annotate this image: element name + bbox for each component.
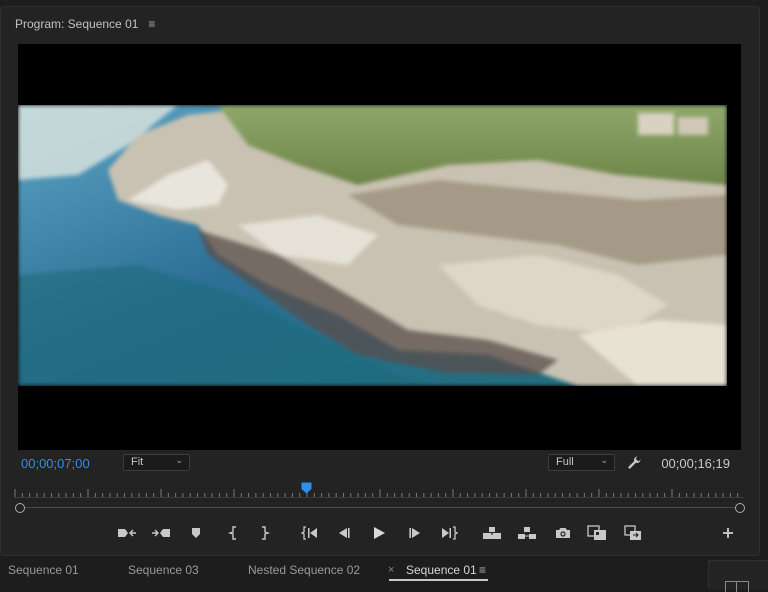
out-bracket-icon[interactable] — [253, 522, 277, 544]
mark-out-icon[interactable] — [149, 522, 173, 544]
mark-in-icon[interactable] — [115, 522, 139, 544]
lift-icon[interactable] — [480, 522, 504, 544]
step-back-icon[interactable] — [332, 522, 356, 544]
playhead-marker[interactable] — [301, 482, 312, 494]
scrollbar-right-handle[interactable] — [735, 503, 745, 513]
comparison-view-icon[interactable] — [585, 522, 609, 544]
chevron-down-icon: ⌄ — [175, 455, 183, 465]
go-to-out-icon[interactable] — [437, 522, 461, 544]
hamburger-menu-icon[interactable]: ≡ — [148, 17, 155, 31]
playback-resolution-dropdown[interactable]: Full ⌄ — [548, 454, 615, 471]
go-to-in-icon[interactable] — [298, 522, 322, 544]
tab-sequence-03[interactable]: Sequence 03 — [128, 563, 199, 577]
panel-header: Program: Sequence 01 ≡ — [15, 16, 155, 32]
add-marker-icon[interactable] — [184, 522, 208, 544]
panel-title: Program: Sequence 01 — [15, 17, 139, 31]
video-frame — [18, 105, 727, 386]
wrench-settings-icon[interactable] — [625, 454, 643, 472]
tab-nested-sequence-02[interactable]: Nested Sequence 02 — [248, 563, 360, 577]
hamburger-menu-icon[interactable]: ≡ — [479, 563, 486, 577]
close-icon[interactable]: × — [388, 564, 394, 576]
play-icon[interactable] — [367, 522, 391, 544]
sequence-tab-bar: Sequence 01 Sequence 03 Nested Sequence … — [0, 558, 768, 588]
grid-icon[interactable] — [725, 581, 749, 592]
add-button-icon[interactable] — [716, 522, 740, 544]
sequence-duration: 00;00;16;19 — [661, 456, 730, 471]
extract-icon[interactable] — [515, 522, 539, 544]
zoom-scrollbar[interactable] — [14, 503, 745, 513]
side-panel — [708, 560, 768, 592]
scrollbar-left-handle[interactable] — [15, 503, 25, 513]
tab-sequence-01[interactable]: Sequence 01 — [8, 563, 79, 577]
zoom-level-value: Fit — [131, 456, 144, 468]
playback-resolution-value: Full — [556, 456, 574, 468]
time-ruler[interactable] — [14, 486, 744, 498]
in-bracket-icon[interactable] — [221, 522, 245, 544]
active-tab-indicator — [389, 579, 488, 581]
proxy-toggle-icon[interactable] — [621, 522, 645, 544]
export-frame-icon[interactable] — [551, 522, 575, 544]
tab-sequence-01-active[interactable]: Sequence 01 — [406, 563, 477, 577]
chevron-down-icon: ⌄ — [600, 455, 608, 465]
program-viewer[interactable] — [18, 44, 741, 450]
zoom-level-dropdown[interactable]: Fit ⌄ — [123, 454, 190, 471]
current-timecode[interactable]: 00;00;07;00 — [21, 456, 90, 471]
step-forward-icon[interactable] — [403, 522, 427, 544]
transport-controls — [0, 522, 758, 544]
